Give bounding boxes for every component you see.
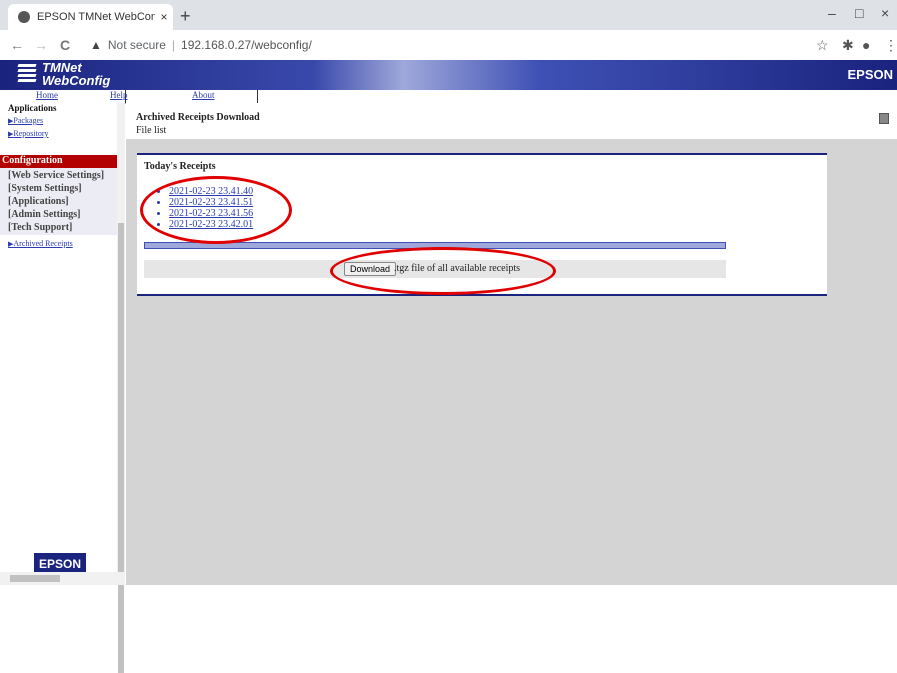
back-icon[interactable]: ← xyxy=(10,37,24,53)
new-tab-icon[interactable]: + xyxy=(180,6,191,27)
menu-help[interactable]: Help xyxy=(110,90,128,100)
tab-title: EPSON TMNet WebConfig Versio xyxy=(37,11,155,23)
receipt-link[interactable]: 2021-02-23 23.42.01 xyxy=(169,219,253,230)
sidebar-item-system-settings[interactable]: [System Settings] xyxy=(8,183,82,194)
extensions-icon[interactable]: ✱ xyxy=(842,37,854,54)
tmnet-logo-icon xyxy=(17,64,37,84)
star-icon[interactable]: ☆ xyxy=(816,37,829,54)
sidebar-section-applications: Applications xyxy=(8,103,57,113)
epson-logo: EPSON xyxy=(847,67,893,82)
list-item: 2021-02-23 23.41.40 xyxy=(169,186,253,197)
download-button[interactable]: Download xyxy=(344,262,397,276)
sidebar: Applications ▶Packages ▶Repository Confi… xyxy=(0,103,119,585)
menu-icon[interactable]: ⋮ xyxy=(884,37,897,54)
forward-icon[interactable]: → xyxy=(34,37,48,53)
menu-bar: Home Help About xyxy=(0,90,897,104)
menu-about[interactable]: About xyxy=(192,90,215,100)
list-item: 2021-02-23 23.41.51 xyxy=(169,197,253,208)
sidebar-configuration-header: Configuration xyxy=(0,155,119,168)
list-item: 2021-02-23 23.42.01 xyxy=(169,219,253,230)
browser-tab-bar: EPSON TMNet WebConfig Versio × + – □ × xyxy=(0,0,897,30)
card-title: Today's Receipts xyxy=(144,161,216,172)
sidebar-scrollbar[interactable] xyxy=(117,103,125,673)
menu-home[interactable]: Home xyxy=(36,90,58,100)
warning-icon: ▲ xyxy=(90,38,102,52)
list-item: 2021-02-23 23.41.56 xyxy=(169,208,253,219)
main-content: Archived Receipts Download File list Tod… xyxy=(126,103,897,585)
url-text: 192.168.0.27/webconfig/ xyxy=(181,38,312,52)
receipt-link[interactable]: 2021-02-23 23.41.40 xyxy=(169,186,253,197)
sidebar-item-tech-support[interactable]: [Tech Support] xyxy=(8,222,72,233)
sidebar-item-admin-settings[interactable]: [Admin Settings] xyxy=(8,209,81,220)
browser-tab[interactable]: EPSON TMNet WebConfig Versio × xyxy=(8,4,173,30)
profile-icon[interactable]: ● xyxy=(862,37,870,53)
brand-title: TMNet WebConfig xyxy=(42,60,111,88)
sidebar-item-repository[interactable]: ▶Repository xyxy=(8,129,49,138)
globe-icon xyxy=(18,11,30,23)
page-subtitle: File list xyxy=(136,125,167,136)
download-description: .tgz file of all available receipts xyxy=(394,263,521,274)
receipt-link[interactable]: 2021-02-23 23.41.51 xyxy=(169,197,253,208)
not-secure-label: Not secure xyxy=(107,38,166,52)
sidebar-horizontal-scrollbar[interactable] xyxy=(0,572,125,585)
receipt-link[interactable]: 2021-02-23 23.41.56 xyxy=(169,208,253,219)
help-icon[interactable] xyxy=(879,113,889,124)
url-field[interactable]: ▲ Not secure | 192.168.0.27/webconfig/ xyxy=(90,38,312,52)
reload-icon[interactable]: C xyxy=(60,37,70,53)
receipt-list: 2021-02-23 23.41.40 2021-02-23 23.41.51 … xyxy=(157,186,253,230)
page-title: Archived Receipts Download xyxy=(136,112,260,123)
main-title-bar: Archived Receipts Download File list xyxy=(126,103,897,139)
sidebar-item-applications[interactable]: [Applications] xyxy=(8,196,69,207)
sidebar-item-web-service-settings[interactable]: [Web Service Settings] xyxy=(8,170,104,181)
window-close-icon[interactable]: × xyxy=(881,5,889,21)
minimize-icon[interactable]: – xyxy=(828,5,836,21)
divider-bar xyxy=(144,242,726,249)
sidebar-item-archived-receipts[interactable]: ▶Archived Receipts xyxy=(8,239,73,248)
configuration-menu: [Web Service Settings] [System Settings]… xyxy=(0,168,117,235)
app-header: TMNet WebConfig EPSON xyxy=(0,60,897,90)
sidebar-item-packages[interactable]: ▶Packages xyxy=(8,116,43,125)
maximize-icon[interactable]: □ xyxy=(855,5,863,21)
receipts-card: Today's Receipts 2021-02-23 23.41.40 202… xyxy=(137,153,827,296)
tab-close-icon[interactable]: × xyxy=(155,10,173,24)
address-bar: ← → C ▲ Not secure | 192.168.0.27/webcon… xyxy=(0,30,897,61)
download-row: Download .tgz file of all available rece… xyxy=(144,260,726,278)
